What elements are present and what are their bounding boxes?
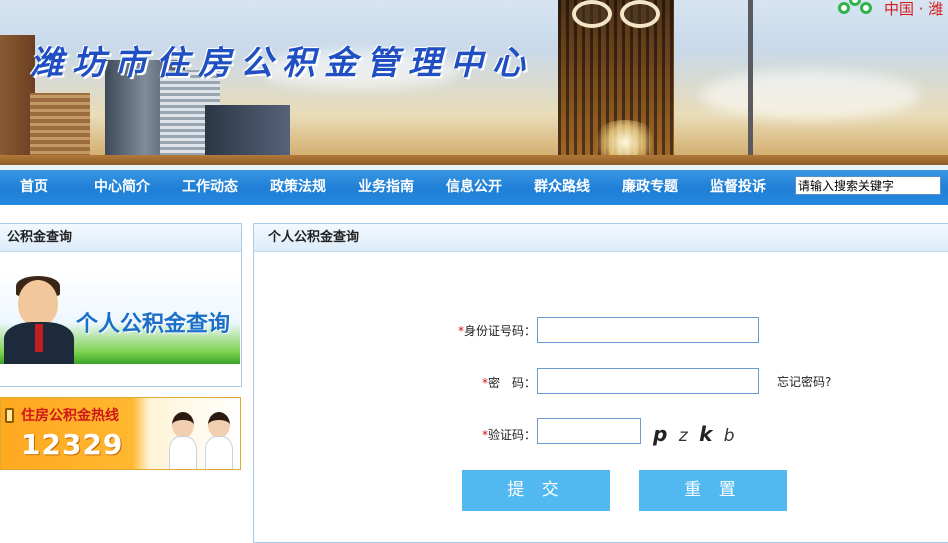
password-label: *密 码： (482, 376, 537, 390)
tower-ring (620, 0, 660, 28)
personal-query-banner-text: 个人公积金查询 (76, 312, 231, 337)
nav-item-disclosure[interactable]: 信息公开 (446, 174, 502, 200)
site-title: 潍坊市住房公积金管理中心 (30, 43, 534, 82)
captcha-image[interactable]: p z k b (653, 422, 738, 446)
nav-item-policy[interactable]: 政策法规 (270, 174, 326, 200)
person-icon (35, 324, 43, 352)
captcha-label: *验证码： (482, 428, 537, 442)
logo-icon (838, 0, 874, 20)
id-number-label: *身份证号码： (458, 324, 537, 338)
nav-item-about[interactable]: 中心简介 (94, 174, 150, 200)
nav-item-mass-line[interactable]: 群众路线 (534, 174, 590, 200)
sidebar-title: 公积金查询 (0, 224, 241, 252)
phone-icon (5, 408, 14, 423)
captcha-input[interactable] (537, 418, 641, 444)
cloud-decoration (700, 70, 920, 120)
password-input[interactable] (537, 368, 759, 394)
tower-ring (572, 0, 612, 28)
service-agent-icon (169, 412, 197, 469)
main-panel-title: 个人公积金查询 (254, 224, 948, 252)
search-input[interactable] (795, 176, 941, 195)
hotline-number: 12329 (21, 428, 124, 461)
submit-button[interactable]: 提 交 (462, 470, 610, 511)
reset-button[interactable]: 重 置 (639, 470, 787, 511)
personal-query-banner[interactable]: 个人公积金查询 (0, 272, 240, 364)
nav-item-complaint[interactable]: 监督投诉 (710, 174, 766, 200)
region-text: 中国 · 潍 (884, 0, 944, 18)
person-icon (18, 280, 58, 326)
forgot-password-link[interactable]: 忘记密码? (777, 373, 831, 390)
hotline-banner[interactable]: 住房公积金热线 12329 (0, 397, 241, 470)
hotline-title: 住房公积金热线 (21, 408, 119, 424)
nav-item-integrity[interactable]: 廉政专题 (622, 174, 678, 200)
nav-item-news[interactable]: 工作动态 (182, 174, 238, 200)
lamp-pole (748, 0, 753, 165)
header-banner: 潍坊市住房公积金管理中心 中国 · 潍 (0, 0, 948, 165)
nav-item-guide[interactable]: 业务指南 (358, 174, 414, 200)
nav-item-home[interactable]: 首页 (20, 174, 48, 200)
id-number-input[interactable] (537, 317, 759, 343)
service-agent-icon (205, 412, 233, 469)
ground-decoration (0, 155, 948, 165)
